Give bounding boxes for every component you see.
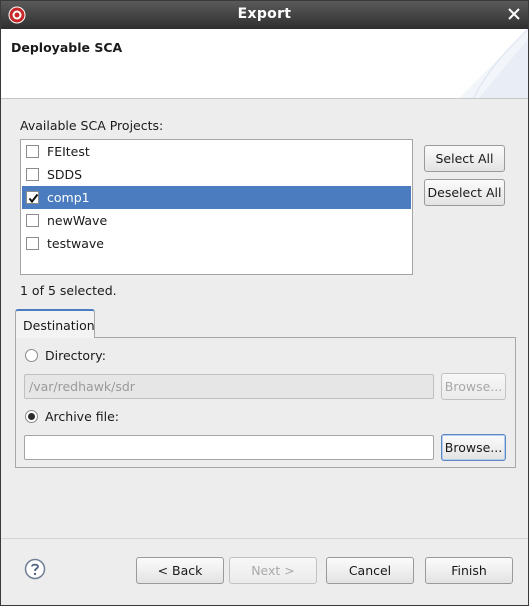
projects-label: Available SCA Projects: — [20, 118, 164, 133]
list-item[interactable]: testwave — [22, 232, 411, 255]
check-icon — [28, 193, 39, 204]
list-item-selected[interactable]: comp1 — [22, 186, 411, 209]
next-button[interactable]: Next > — [229, 557, 317, 584]
export-dialog: Export Deployable SCA Available SCA Proj… — [0, 0, 529, 606]
project-checkbox[interactable] — [26, 145, 39, 158]
page-title: Deployable SCA — [11, 40, 123, 55]
banner-decoration — [459, 29, 528, 98]
directory-label: Directory: — [45, 348, 106, 363]
window-title: Export — [237, 6, 292, 22]
footer-divider — [1, 538, 528, 539]
list-item[interactable]: SDDS — [22, 163, 411, 186]
project-label: newWave — [47, 213, 108, 228]
cancel-button[interactable]: Cancel — [326, 557, 414, 584]
project-checkbox[interactable] — [26, 237, 39, 250]
deselect-all-button[interactable]: Deselect All — [424, 179, 505, 206]
project-label: FEItest — [47, 144, 90, 159]
directory-radio[interactable] — [25, 349, 38, 362]
list-item[interactable]: newWave — [22, 209, 411, 232]
archive-label: Archive file: — [45, 409, 119, 424]
help-icon[interactable] — [24, 558, 46, 580]
list-item[interactable]: FEItest — [22, 140, 411, 163]
project-label: SDDS — [47, 167, 83, 182]
projects-list[interactable]: FEItest SDDS comp1 newWave testwave — [20, 139, 413, 275]
tab-label: Destination — [23, 318, 95, 333]
close-icon[interactable] — [506, 6, 522, 22]
wizard-banner: Deployable SCA — [1, 29, 528, 99]
tab-destination[interactable]: Destination — [15, 309, 95, 338]
directory-browse-button[interactable]: Browse... — [441, 373, 506, 400]
directory-field[interactable]: /var/redhawk/sdr — [24, 374, 434, 399]
archive-browse-button[interactable]: Browse... — [441, 434, 506, 461]
project-checkbox[interactable] — [26, 168, 39, 181]
title-bar[interactable]: Export — [1, 1, 528, 29]
select-all-button[interactable]: Select All — [424, 145, 505, 172]
project-checkbox[interactable] — [26, 214, 39, 227]
archive-radio[interactable] — [25, 410, 38, 423]
back-button[interactable]: < Back — [136, 557, 224, 584]
archive-field[interactable] — [24, 435, 434, 460]
project-label: testwave — [47, 236, 104, 251]
project-label: comp1 — [47, 190, 90, 205]
finish-button[interactable]: Finish — [425, 557, 513, 584]
radio-selected-dot — [28, 413, 35, 420]
project-checkbox-checked[interactable] — [26, 191, 39, 204]
selection-status: 1 of 5 selected. — [20, 283, 117, 298]
